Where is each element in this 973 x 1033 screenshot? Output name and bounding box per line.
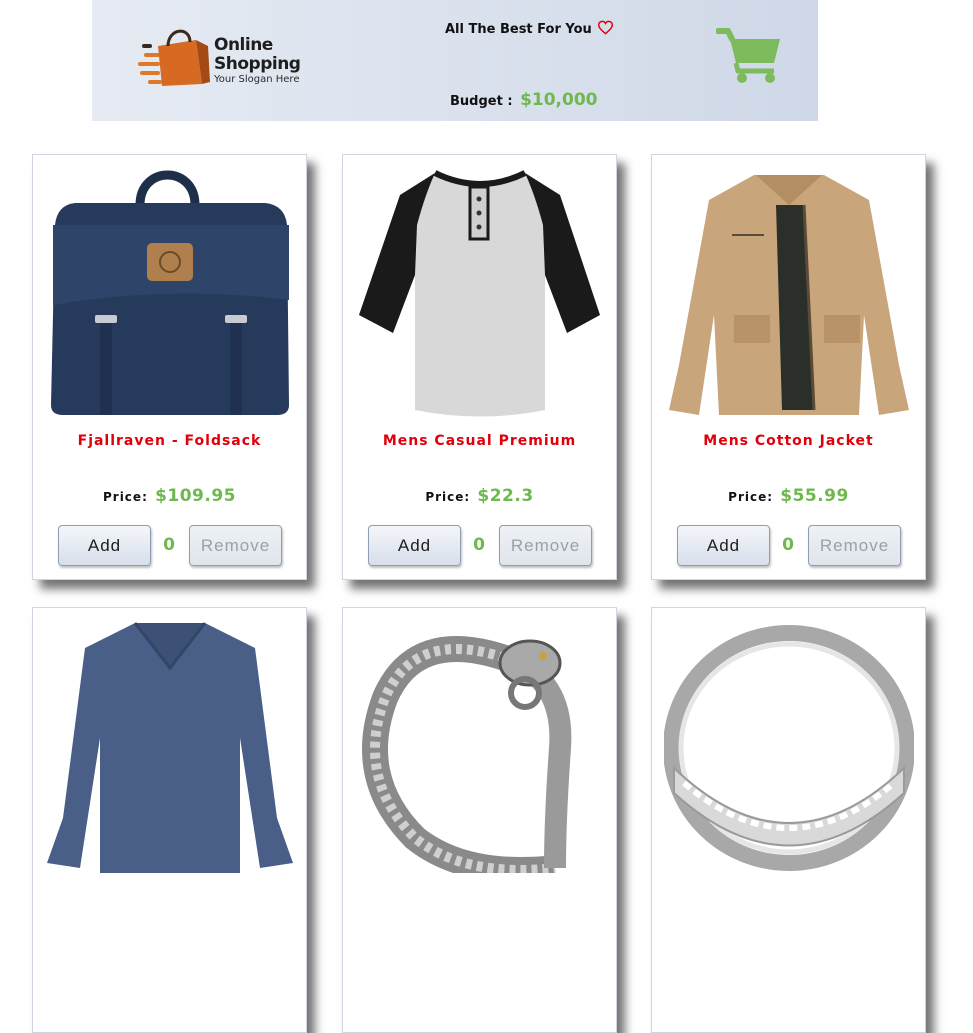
product-price: Price: $55.99: [652, 486, 925, 506]
add-button[interactable]: Add: [677, 525, 770, 566]
shopping-cart-icon[interactable]: [716, 27, 782, 85]
remove-button[interactable]: Remove: [808, 525, 901, 566]
budget-label: Budget :: [450, 94, 513, 109]
price-value: $109.95: [155, 486, 236, 506]
product-price: Price: $22.3: [343, 486, 616, 506]
add-button[interactable]: Add: [58, 525, 151, 566]
product-name: Fjallraven - Foldsack: [77, 433, 262, 449]
product-name: Mens Casual Premium: [382, 433, 577, 449]
heart-icon: [598, 20, 614, 35]
remove-button[interactable]: Remove: [189, 525, 282, 566]
price-value: $55.99: [780, 486, 849, 506]
header-banner: Online Shopping Your Slogan Here All The…: [92, 0, 818, 121]
add-button[interactable]: Add: [368, 525, 461, 566]
logo-slogan: Your Slogan Here: [214, 74, 300, 85]
product-image-silver-dragon-bracelet[interactable]: [355, 618, 605, 883]
product-image-silver-ring[interactable]: [663, 618, 915, 873]
product-card: [32, 607, 307, 1033]
shopping-bag-icon: [138, 29, 210, 86]
remove-button[interactable]: Remove: [499, 525, 592, 566]
product-image-khaki-jacket[interactable]: [664, 165, 914, 420]
budget: Budget : $10,000: [450, 90, 598, 110]
product-card: Fjallraven - Foldsack Price: $109.95 Add…: [32, 154, 307, 580]
quantity-count: 0: [163, 535, 175, 555]
quantity-count: 0: [782, 535, 794, 555]
price-label: Price:: [728, 490, 774, 504]
price-label: Price:: [425, 490, 471, 504]
price-label: Price:: [102, 490, 148, 504]
product-card: [342, 607, 617, 1033]
tagline-text: All The Best For You: [445, 22, 592, 37]
product-card: Mens Cotton Jacket Price: $55.99 Add 0 R…: [651, 154, 926, 580]
product-card: Mens Casual Premium Price: $22.3 Add 0 R…: [342, 154, 617, 580]
budget-value: $10,000: [520, 90, 598, 110]
tagline: All The Best For You: [445, 20, 614, 37]
product-image-navy-backpack[interactable]: [45, 165, 295, 420]
product-name: Mens Cotton Jacket: [703, 433, 874, 449]
product-card: [651, 607, 926, 1033]
product-image-blue-longsleeve-shirt[interactable]: [45, 618, 295, 873]
product-price: Price: $109.95: [33, 486, 306, 506]
logo-title: Online Shopping: [214, 35, 301, 74]
product-image-raglan-henley-tshirt[interactable]: [355, 165, 605, 420]
price-value: $22.3: [477, 486, 534, 506]
quantity-count: 0: [473, 535, 485, 555]
logo[interactable]: Online Shopping Your Slogan Here: [138, 24, 313, 90]
